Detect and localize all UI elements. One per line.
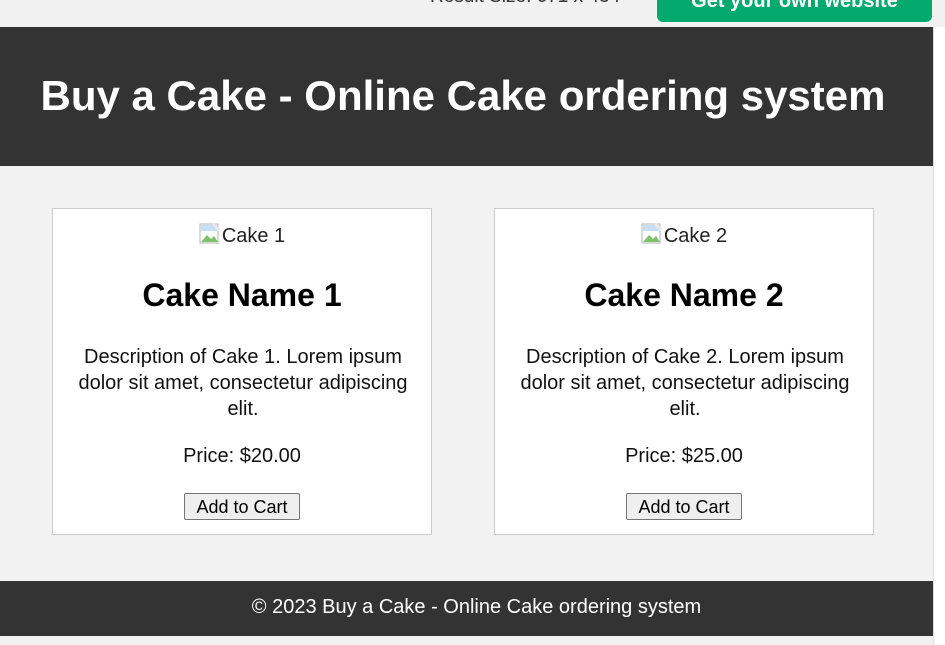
editor-toolbar: Result Size: 671 x 434 Get your own webs… xyxy=(0,0,945,27)
scrollbar[interactable] xyxy=(933,27,945,645)
broken-image-icon xyxy=(199,223,221,245)
site-header: Buy a Cake - Online Cake ordering system xyxy=(0,27,933,166)
get-own-website-button[interactable]: Get your own website xyxy=(657,0,932,22)
cake-image: Cake 2 xyxy=(495,223,873,248)
add-to-cart-button[interactable]: Add to Cart xyxy=(626,493,742,520)
cake-image-alt-text: Cake 2 xyxy=(663,225,728,247)
result-size-label: Result Size: 671 x 434 xyxy=(430,0,620,8)
cake-price: Price: $25.00 xyxy=(625,445,743,467)
page-title: Buy a Cake - Online Cake ordering system xyxy=(40,72,886,119)
footer-copyright: © 2023 Buy a Cake - Online Cake ordering… xyxy=(251,596,702,618)
cake-description: Description of Cake 1. Lorem ipsum dolor… xyxy=(78,346,408,420)
cake-card: Cake 1 Cake Name 1 Description of Cake 1… xyxy=(52,208,432,535)
cake-card: Cake 2 Cake Name 2 Description of Cake 2… xyxy=(494,208,874,535)
cake-image: Cake 1 xyxy=(53,223,431,248)
site-footer: © 2023 Buy a Cake - Online Cake ordering… xyxy=(0,581,933,636)
cake-image-alt-text: Cake 1 xyxy=(221,225,286,247)
cake-description: Description of Cake 2. Lorem ipsum dolor… xyxy=(520,346,850,420)
broken-image-icon xyxy=(641,223,663,245)
result-frame: Buy a Cake - Online Cake ordering system… xyxy=(0,27,933,636)
add-to-cart-button[interactable]: Add to Cart xyxy=(184,493,300,520)
frame-bottom-edge xyxy=(0,636,933,645)
cake-name: Cake Name 1 xyxy=(142,277,342,313)
cake-name: Cake Name 2 xyxy=(584,277,784,313)
cake-price: Price: $20.00 xyxy=(183,445,301,467)
